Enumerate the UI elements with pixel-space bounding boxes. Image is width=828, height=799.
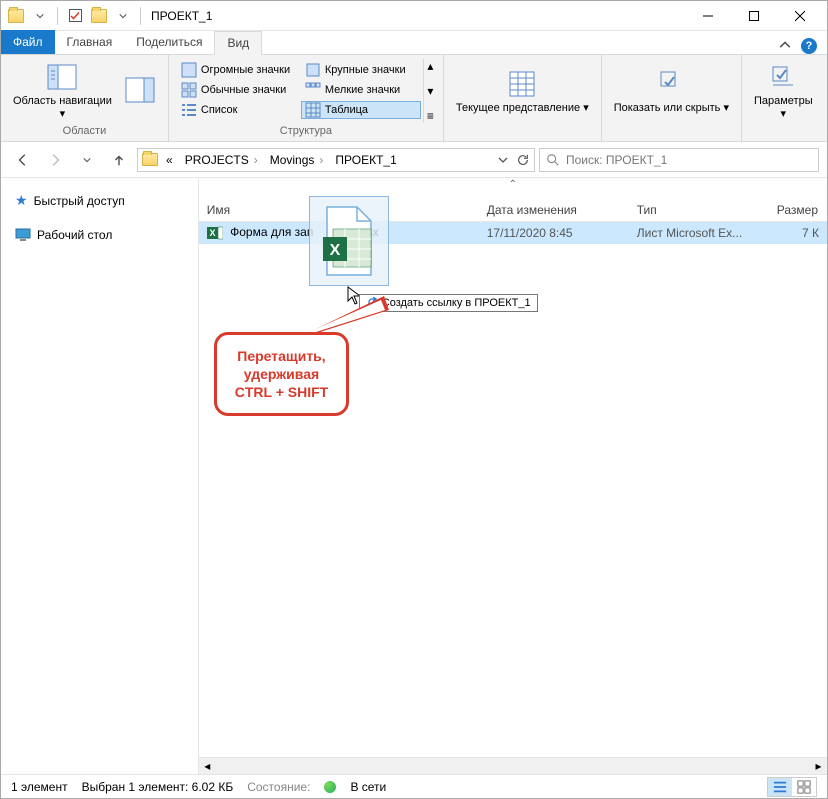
view-mode-toggle[interactable] [767, 777, 817, 797]
icons-view-icon[interactable] [792, 778, 816, 796]
drag-ghost: X [309, 196, 389, 286]
layout-huge-icons[interactable]: Огромные значки [177, 61, 297, 79]
search-icon [546, 153, 560, 167]
explorer-window: ПРОЕКТ_1 Файл Главная Поделиться Вид ? О… [0, 0, 828, 799]
status-state-label: Состояние: [247, 780, 310, 794]
details-view-icon[interactable] [768, 778, 792, 796]
tab-file[interactable]: Файл [1, 30, 55, 54]
show-hide-button[interactable]: Показать или скрыть ▾ [608, 59, 735, 123]
address-folder-icon [142, 153, 158, 166]
window-controls [685, 1, 823, 31]
tab-home[interactable]: Главная [55, 30, 125, 54]
titlebar: ПРОЕКТ_1 [1, 1, 827, 31]
status-bar: 1 элемент Выбран 1 элемент: 6.02 КБ Сост… [1, 774, 827, 798]
tab-share[interactable]: Поделиться [124, 30, 214, 54]
layout-list[interactable]: Список [177, 101, 297, 119]
ribbon-group-panes: Область навигации▾ Области [1, 55, 169, 141]
breadcrumb-movings[interactable]: Movings › [266, 151, 328, 169]
folder-icon [5, 5, 27, 27]
layout-normal-icons[interactable]: Обычные значки [177, 81, 297, 99]
status-selected: Выбран 1 элемент: 6.02 КБ [82, 780, 234, 794]
annotation-callout: Перетащить, удерживая CTRL + SHIFT [214, 332, 349, 416]
options-button[interactable]: Параметры▾ [748, 59, 819, 123]
qat-overflow[interactable] [112, 5, 134, 27]
sidebar-desktop[interactable]: Рабочий стол [1, 223, 198, 247]
address-bar[interactable]: « PROJECTS › Movings › ПРОЕКТ_1 [137, 148, 535, 172]
qat-folder2-icon[interactable] [88, 5, 110, 27]
ribbon-group-current-view: Текущее представление ▾ [444, 55, 602, 141]
ribbon-group-options: Параметры▾ [742, 55, 825, 141]
ribbon: Область навигации▾ Области Огромные знач… [1, 55, 827, 142]
excel-file-icon: X [207, 225, 223, 241]
ribbon-group-layout-label: Структура [175, 123, 437, 140]
qat-properties-checkbox[interactable] [64, 5, 86, 27]
svg-text:X: X [209, 228, 215, 238]
ribbon-group-layout: Огромные значки Крупные значки Обычные з… [169, 55, 444, 141]
ribbon-collapse-icon[interactable] [779, 40, 791, 52]
file-row[interactable]: X Форма для зап _______ sx 17/11/2020 8:… [199, 222, 827, 244]
ribbon-tabs: Файл Главная Поделиться Вид ? [1, 31, 827, 55]
main-area: ★ Быстрый доступ Рабочий стол ⌃ Имя Дата… [1, 178, 827, 774]
preview-pane-button[interactable] [118, 59, 162, 123]
layout-scroll[interactable]: ▴▾≡ [423, 59, 437, 123]
nav-pane-button[interactable]: Область навигации▾ [7, 59, 118, 123]
layout-large-icons[interactable]: Крупные значки [301, 61, 421, 79]
nav-pane: ★ Быстрый доступ Рабочий стол [1, 178, 199, 774]
history-dropdown[interactable] [73, 146, 101, 174]
desktop-icon [15, 227, 31, 243]
sidebar-quick-access[interactable]: ★ Быстрый доступ [1, 188, 198, 213]
minimize-button[interactable] [685, 1, 731, 31]
status-network: В сети [350, 780, 386, 794]
breadcrumb-project1[interactable]: ПРОЕКТ_1 [331, 151, 400, 169]
quick-access-toolbar [5, 5, 145, 27]
close-button[interactable] [777, 1, 823, 31]
window-title: ПРОЕКТ_1 [151, 9, 212, 23]
ribbon-group-show-hide: Показать или скрыть ▾ [602, 55, 742, 141]
layout-table[interactable]: Таблица [301, 101, 421, 119]
breadcrumb-projects[interactable]: PROJECTS › [181, 151, 262, 169]
column-date[interactable]: Дата изменения [479, 199, 629, 221]
svg-text:X: X [329, 242, 340, 259]
maximize-button[interactable] [731, 1, 777, 31]
tab-view[interactable]: Вид [214, 31, 262, 55]
network-status-icon [324, 781, 336, 793]
search-input[interactable]: Поиск: ПРОЕКТ_1 [539, 148, 819, 172]
horizontal-scrollbar[interactable]: ◂ ▸ [199, 757, 827, 774]
up-button[interactable] [105, 146, 133, 174]
qat-dropdown[interactable] [29, 5, 51, 27]
help-icon[interactable]: ? [801, 38, 817, 54]
group-collapse-icon[interactable]: ⌃ [199, 178, 827, 191]
column-type[interactable]: Тип [629, 199, 769, 221]
layout-small-icons[interactable]: Мелкие значки [301, 81, 421, 99]
breadcrumb-prefix[interactable]: « [162, 151, 177, 169]
column-size[interactable]: Размер [769, 199, 827, 221]
ribbon-group-panes-label: Области [7, 123, 162, 140]
star-icon: ★ [15, 192, 28, 209]
back-button[interactable] [9, 146, 37, 174]
address-dropdown-icon[interactable] [498, 155, 508, 165]
current-view-button[interactable]: Текущее представление ▾ [450, 59, 595, 123]
status-item-count: 1 элемент [11, 780, 68, 794]
column-headers: Имя Дата изменения Тип Размер [199, 199, 827, 222]
refresh-icon[interactable] [516, 153, 530, 167]
file-list: ⌃ Имя Дата изменения Тип Размер X Форма … [199, 178, 827, 774]
address-row: « PROJECTS › Movings › ПРОЕКТ_1 Поиск: П… [1, 142, 827, 178]
forward-button[interactable] [41, 146, 69, 174]
